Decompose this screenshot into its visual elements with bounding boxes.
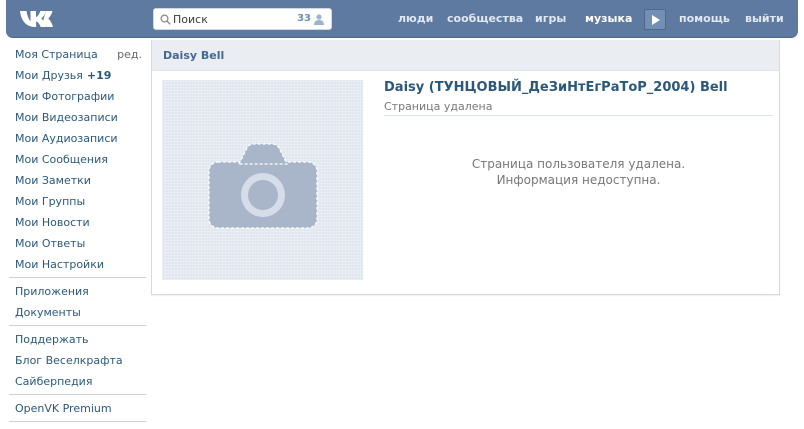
deleted-message-line-2: Информация недоступна. xyxy=(496,173,661,187)
sidebar-item-notes[interactable]: Мои Заметки xyxy=(9,170,146,191)
sidebar-item-label: Мои Заметки xyxy=(15,174,91,187)
profile-status: Страница удалена xyxy=(384,100,773,116)
sidebar-item-wiki[interactable]: Сайберпедия xyxy=(9,371,146,392)
sidebar-item-label: Мои Ответы xyxy=(15,237,86,250)
nav-music[interactable]: музыка xyxy=(585,12,632,25)
user-icon xyxy=(314,14,324,25)
search-input[interactable] xyxy=(173,12,283,27)
deleted-message: Страница пользователя удалена. Информаци… xyxy=(384,156,773,188)
friends-count-badge: +19 xyxy=(86,69,112,82)
sidebar-item-label: Мои Сообщения xyxy=(15,153,108,166)
top-header: 33 люди сообщества игры музыка помощь вы… xyxy=(6,0,798,38)
search-box[interactable]: 33 xyxy=(153,8,332,30)
search-icon xyxy=(160,14,171,25)
sidebar-item-label: Моя Страница xyxy=(15,48,98,61)
nav-games[interactable]: игры xyxy=(535,12,566,25)
profile-card-header: Daisy Bell xyxy=(152,40,779,71)
sidebar-item-label: Приложения xyxy=(15,285,89,298)
deleted-message-line-1: Страница пользователя удалена. xyxy=(471,157,686,171)
left-sidebar: Моя Страница ред. Мои Друзья +19 Мои Фото… xyxy=(9,44,146,425)
play-icon xyxy=(652,15,660,25)
music-play-button[interactable] xyxy=(644,9,666,30)
search-count-badge: 33 xyxy=(297,13,311,24)
sidebar-item-videos[interactable]: Мои Видеозаписи xyxy=(9,107,146,128)
sidebar-item-label: Мои Новости xyxy=(15,216,90,229)
sidebar-item-premium[interactable]: OpenVK Premium xyxy=(9,398,146,419)
sidebar-item-messages[interactable]: Мои Сообщения xyxy=(9,149,146,170)
sidebar-item-news[interactable]: Мои Новости xyxy=(9,212,146,233)
sidebar-item-label: Мои Группы xyxy=(15,195,86,208)
sidebar-item-support[interactable]: Поддержать xyxy=(9,329,146,350)
nav-logout[interactable]: выйти xyxy=(745,12,784,25)
sidebar-divider xyxy=(9,277,146,278)
sidebar-item-label: Сайберпедия xyxy=(15,375,93,388)
sidebar-item-blog[interactable]: Блог Веселкрафта xyxy=(9,350,146,371)
sidebar-item-label: Документы xyxy=(15,306,81,319)
sidebar-item-audio[interactable]: Мои Аудиозаписи xyxy=(9,128,146,149)
profile-full-name: Daisy (ТУНЦОВЫЙ_ДеЗиНтЕгРаТоР_2004) Bell xyxy=(384,80,728,95)
sidebar-divider xyxy=(9,325,146,326)
sidebar-item-my-page[interactable]: Моя Страница ред. xyxy=(9,44,146,65)
nav-communities[interactable]: сообщества xyxy=(447,12,523,25)
profile-avatar-placeholder xyxy=(162,80,363,280)
sidebar-item-label: Мои Фотографии xyxy=(15,90,115,103)
sidebar-item-label: Мои Друзья xyxy=(15,69,83,82)
sidebar-item-settings[interactable]: Мои Настройки xyxy=(9,254,146,275)
sidebar-item-label: OpenVK Premium xyxy=(15,402,112,415)
sidebar-item-apps[interactable]: Приложения xyxy=(9,281,146,302)
nav-people[interactable]: люди xyxy=(398,12,433,25)
sidebar-item-label: Мои Аудиозаписи xyxy=(15,132,118,145)
sidebar-item-label: Мои Видеозаписи xyxy=(15,111,118,124)
sidebar-item-friends[interactable]: Мои Друзья +19 xyxy=(9,65,146,86)
profile-card: Daisy Bell Daisy (ТУНЦОВЫЙ_ДеЗиНтЕгРаТоР… xyxy=(151,40,780,295)
sidebar-divider xyxy=(9,394,146,395)
sidebar-item-photos[interactable]: Мои Фотографии xyxy=(9,86,146,107)
sidebar-item-label: Мои Настройки xyxy=(15,258,104,271)
camera-icon xyxy=(208,143,318,229)
edit-link[interactable]: ред. xyxy=(117,44,142,65)
sidebar-item-label: Блог Веселкрафта xyxy=(15,354,123,367)
nav-help[interactable]: помощь xyxy=(679,12,730,25)
sidebar-divider xyxy=(9,421,146,422)
vk-logo-icon[interactable] xyxy=(19,9,55,29)
sidebar-item-groups[interactable]: Мои Группы xyxy=(9,191,146,212)
sidebar-item-answers[interactable]: Мои Ответы xyxy=(9,233,146,254)
sidebar-item-label: Поддержать xyxy=(15,333,89,346)
sidebar-item-documents[interactable]: Документы xyxy=(9,302,146,323)
